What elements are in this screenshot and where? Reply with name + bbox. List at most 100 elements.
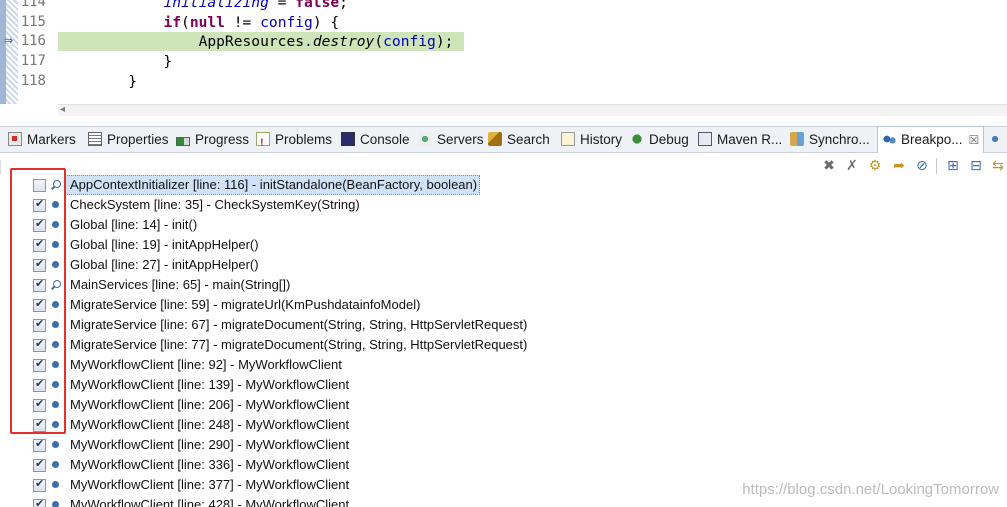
- code-text: }: [58, 52, 172, 71]
- breakpoint-enabled-checkbox[interactable]: [33, 457, 46, 472]
- tab-maven[interactable]: Maven R...: [698, 127, 782, 153]
- breakpoint-row[interactable]: MyWorkflowClient [line: 92] - MyWorkflow…: [0, 355, 1007, 375]
- breakpoint-label: MigrateService [line: 77] - migrateDocum…: [70, 337, 528, 352]
- code-token: destroy: [312, 33, 375, 51]
- remove-breakpoint-icon[interactable]: ✖: [820, 157, 838, 175]
- breakpoint-label: MyWorkflowClient [line: 377] - MyWorkflo…: [70, 477, 350, 492]
- breakpoint-enabled-checkbox[interactable]: [33, 437, 46, 452]
- tab-label: Servers: [437, 132, 484, 147]
- go-to-file-icon[interactable]: ➦: [890, 157, 908, 175]
- tab-label: Search: [507, 132, 550, 147]
- breakpoint-enabled-checkbox[interactable]: [33, 477, 46, 492]
- scroll-left-icon[interactable]: ◂: [60, 104, 65, 115]
- breakpoint-row[interactable]: MyWorkflowClient [line: 248] - MyWorkflo…: [0, 415, 1007, 435]
- editor-horizontal-scrollbar[interactable]: ◂: [58, 104, 1007, 116]
- line-number: 116: [20, 33, 46, 50]
- tab-console[interactable]: Console: [341, 127, 410, 153]
- toolbar-separator: [936, 158, 937, 174]
- code-line[interactable]: 114 initializing = false;: [0, 0, 1007, 12]
- breakpoint-row[interactable]: MigrateService [line: 67] - migrateDocum…: [0, 315, 1007, 335]
- breakpoint-label: CheckSystem [line: 35] - CheckSystemKey(…: [70, 197, 360, 212]
- collapse-all-icon[interactable]: ⊟: [967, 157, 985, 175]
- code-line[interactable]: 117 }: [0, 52, 1007, 71]
- tab-history[interactable]: History: [561, 127, 622, 153]
- code-token: AppResources.: [58, 33, 313, 51]
- breakpoint-row[interactable]: MigrateService [line: 59] - migrateUrl(K…: [0, 295, 1007, 315]
- skip-all-breakpoints-icon[interactable]: ⊘: [913, 157, 931, 175]
- breakpoint-label: MyWorkflowClient [line: 248] - MyWorkflo…: [70, 417, 350, 432]
- show-supported-breakpoints-icon[interactable]: ⚙: [866, 157, 884, 175]
- breakpoint-label: AppContextInitializer [line: 116] - init…: [70, 177, 478, 192]
- breakpoint-row[interactable]: MyWorkflowClient [line: 206] - MyWorkflo…: [0, 395, 1007, 415]
- synchronize-icon: [790, 132, 804, 146]
- tab-synchronize[interactable]: Synchro...: [790, 127, 870, 153]
- tab-properties[interactable]: Properties: [88, 127, 169, 153]
- link-with-debug-view-icon[interactable]: ⇆: [989, 157, 1007, 175]
- close-tab-icon[interactable]: ☒: [969, 133, 980, 147]
- current-instruction-line[interactable]: ⇒ 116 AppResources.destroy(config);: [0, 32, 1007, 52]
- breakpoint-label: MyWorkflowClient [line: 290] - MyWorkflo…: [70, 437, 350, 452]
- breakpoints-toolbar: ✖ ✗ ⚙ ➦ ⊘ ⊞ ⊟ ⇆: [0, 154, 1007, 176]
- problems-icon: [256, 130, 270, 156]
- code-token: =: [268, 0, 296, 11]
- breakpoint-label: MigrateService [line: 59] - migrateUrl(K…: [70, 297, 421, 312]
- code-token: config: [383, 33, 436, 51]
- breakpoint-label: Global [line: 27] - initAppHelper(): [70, 257, 259, 272]
- breakpoints-icon: [882, 132, 896, 146]
- breakpoints-list[interactable]: AppContextInitializer [line: 116] - init…: [0, 175, 1007, 507]
- code-token: !=: [224, 13, 261, 31]
- instruction-pointer-icon: ⇒: [4, 34, 14, 48]
- breakpoint-label: MyWorkflowClient [line: 206] - MyWorkflo…: [70, 397, 350, 412]
- code-text: }: [58, 72, 137, 91]
- annotation-highlight-box: [10, 168, 66, 434]
- breakpoint-row[interactable]: AppContextInitializer [line: 116] - init…: [0, 175, 1007, 195]
- breakpoint-row[interactable]: MyWorkflowClient [line: 139] - MyWorkflo…: [0, 375, 1007, 395]
- code-token: (: [374, 33, 384, 51]
- tab-debug[interactable]: Debug: [630, 127, 689, 153]
- code-text: initializing = false;: [58, 0, 348, 12]
- breakpoint-row[interactable]: Global [line: 19] - initAppHelper(): [0, 235, 1007, 255]
- code-token: ) {: [312, 13, 340, 31]
- markers-icon: [8, 132, 22, 146]
- code-token: null: [189, 13, 225, 31]
- tab-progress[interactable]: Progress: [176, 127, 249, 153]
- tab-problems[interactable]: Problems: [256, 127, 332, 156]
- tab-servers[interactable]: Servers: [418, 127, 484, 153]
- progress-icon: [176, 137, 190, 146]
- breakpoint-row[interactable]: MyWorkflowClient [line: 336] - MyWorkflo…: [0, 455, 1007, 475]
- breakpoint-row[interactable]: Global [line: 14] - init(): [0, 215, 1007, 235]
- breakpoint-row[interactable]: MigrateService [line: 77] - migrateDocum…: [0, 335, 1007, 355]
- code-line[interactable]: 115 if(null != config) {: [0, 13, 1007, 32]
- code-editor[interactable]: 114 initializing = false; 115 if(null != …: [0, 0, 1007, 118]
- breakpoint-row[interactable]: MyWorkflowClient [line: 290] - MyWorkflo…: [0, 435, 1007, 455]
- breakpoint-row[interactable]: MainServices [line: 65] - main(String[]): [0, 275, 1007, 295]
- code-token: config: [260, 13, 313, 31]
- maven-icon: [698, 132, 712, 146]
- tab-label: Console: [360, 132, 410, 147]
- line-number: 118: [20, 72, 46, 89]
- tab-label: Maven R...: [717, 132, 783, 147]
- breakpoint-label: Global [line: 14] - init(): [70, 217, 198, 232]
- tab-breakpoints[interactable]: Breakpo... ☒: [877, 126, 985, 153]
- breakpoint-row[interactable]: CheckSystem [line: 35] - CheckSystemKey(…: [0, 195, 1007, 215]
- tab-markers[interactable]: Markers: [8, 127, 76, 153]
- more-views-icon: [988, 132, 1002, 146]
- code-token: ;: [339, 0, 348, 11]
- line-breakpoint-icon: [52, 501, 59, 507]
- tab-search[interactable]: Search: [488, 127, 550, 153]
- code-line[interactable]: 118 }: [0, 72, 1007, 91]
- view-tab-bar: Markers Properties Progress Problems Console…: [0, 126, 1007, 156]
- code-text: if(null != config) {: [58, 13, 339, 32]
- line-number: 115: [20, 13, 46, 30]
- properties-icon: [88, 132, 102, 146]
- breakpoint-enabled-checkbox[interactable]: [33, 497, 46, 507]
- breakpoint-label: MyWorkflowClient [line: 139] - MyWorkflo…: [70, 377, 350, 392]
- remove-all-breakpoints-icon[interactable]: ✗: [843, 157, 861, 175]
- breakpoint-row[interactable]: Global [line: 27] - initAppHelper(): [0, 255, 1007, 275]
- tab-label: Breakpo...: [901, 132, 963, 147]
- more-views-button[interactable]: [988, 127, 1007, 153]
- line-breakpoint-icon: [52, 481, 59, 488]
- expand-all-icon[interactable]: ⊞: [944, 157, 962, 175]
